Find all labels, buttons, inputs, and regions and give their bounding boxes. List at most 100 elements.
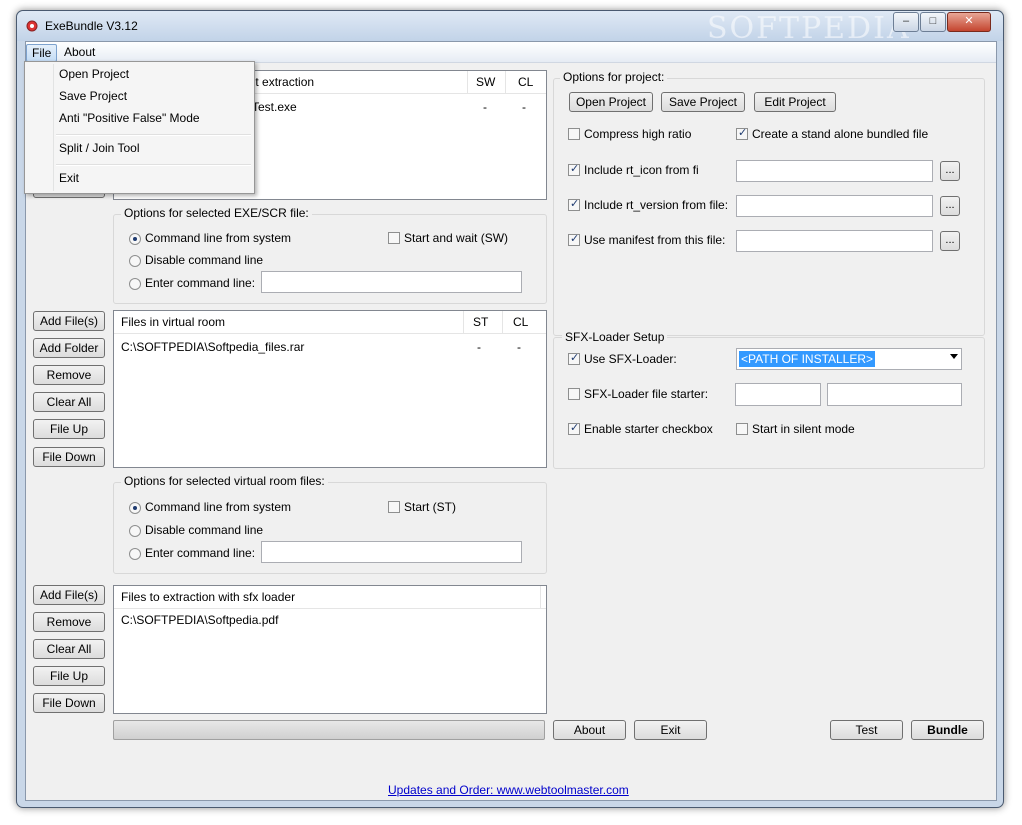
menu-anti-positive-false[interactable]: Anti "Positive False" Mode (59, 111, 200, 125)
exe-options-title: Options for selected EXE/SCR file: (121, 206, 312, 220)
menu-split-join[interactable]: Split / Join Tool (59, 141, 140, 155)
sfx-file-up-button[interactable]: File Up (33, 666, 105, 686)
sfx-clear-all-button[interactable]: Clear All (33, 639, 105, 659)
sfx-files-list[interactable]: Files to extraction with sfx loader C:\S… (113, 585, 547, 714)
exe-row-name[interactable]: Test.exe (252, 100, 297, 114)
exe-radio-disable[interactable] (129, 255, 141, 267)
header-divider (502, 311, 503, 333)
vr-options-title: Options for selected virtual room files: (121, 474, 328, 488)
vr-list-header: Files in virtual room ST CL (114, 311, 546, 334)
vr-row-cl: - (517, 340, 521, 354)
header-divider (463, 311, 464, 333)
vr-radio-enter[interactable] (129, 548, 141, 560)
rt-icon-browse-button[interactable]: ... (940, 161, 960, 181)
open-project-button[interactable]: Open Project (569, 92, 653, 112)
start-wait-checkbox[interactable] (388, 232, 400, 244)
manifest-input[interactable] (736, 230, 933, 252)
start-wait-label: Start and wait (SW) (404, 231, 509, 245)
manifest-browse-button[interactable]: ... (940, 231, 960, 251)
standalone-checkbox[interactable] (736, 126, 748, 140)
standalone-label: Create a stand alone bundled file (752, 127, 929, 141)
project-options-title: Options for project: (560, 70, 668, 84)
vr-file-up-button[interactable]: File Up (33, 419, 105, 439)
minimize-button[interactable]: – (893, 12, 919, 32)
exe-cmdline-input[interactable] (261, 271, 522, 293)
col-sfx-files[interactable]: Files to extraction with sfx loader (121, 590, 295, 604)
bundle-button[interactable]: Bundle (911, 720, 984, 740)
col-vr-cl[interactable]: CL (513, 315, 528, 329)
test-button[interactable]: Test (830, 720, 903, 740)
sfx-add-files-button[interactable]: Add File(s) (33, 585, 105, 605)
compress-checkbox[interactable] (568, 128, 580, 140)
updates-link[interactable]: Updates and Order: www.webtoolmaster.com (388, 783, 629, 797)
file-starter-input-2[interactable] (827, 383, 962, 406)
edit-project-button[interactable]: Edit Project (754, 92, 836, 112)
menu-gutter (53, 64, 54, 191)
menu-file[interactable]: File (26, 44, 58, 62)
manifest-checkbox[interactable] (568, 232, 580, 246)
exe-radio-cmd-system-label: Command line from system (145, 231, 292, 245)
start-st-checkbox[interactable] (388, 501, 400, 513)
col-sw[interactable]: SW (476, 75, 495, 89)
vr-add-folder-button[interactable]: Add Folder (33, 338, 105, 358)
silent-mode-checkbox[interactable] (736, 423, 748, 435)
exe-row-sw: - (483, 100, 487, 114)
file-starter-input-1[interactable] (735, 383, 821, 406)
manifest-label: Use manifest from this file: (584, 233, 726, 247)
sfx-remove-button[interactable]: Remove (33, 612, 105, 632)
rt-version-checkbox[interactable] (568, 197, 580, 211)
exe-radio-disable-label: Disable command line (145, 253, 264, 267)
vr-add-files-button[interactable]: Add File(s) (33, 311, 105, 331)
col-cl[interactable]: CL (518, 75, 533, 89)
exe-radio-enter[interactable] (129, 278, 141, 290)
menu-save-project[interactable]: Save Project (59, 89, 127, 103)
menu-exit[interactable]: Exit (59, 171, 79, 185)
rt-version-input[interactable] (736, 195, 933, 217)
save-project-button[interactable]: Save Project (661, 92, 745, 112)
sfx-row-name[interactable]: C:\SOFTPEDIA\Softpedia.pdf (121, 613, 278, 627)
vr-row-st: - (477, 340, 481, 354)
header-divider (467, 71, 468, 93)
file-starter-checkbox[interactable] (568, 388, 580, 400)
menu-separator (56, 164, 251, 166)
rt-version-label: Include rt_version from file: (584, 198, 729, 212)
sfx-file-down-button[interactable]: File Down (33, 693, 105, 713)
title-bar[interactable]: ExeBundle V3.12 SOFTPEDIA – □ ✕ (17, 11, 1003, 46)
sfx-setup-title: SFX-Loader Setup (562, 330, 668, 344)
vr-file-down-button[interactable]: File Down (33, 447, 105, 467)
col-st[interactable]: ST (473, 315, 488, 329)
rt-icon-label: Include rt_icon from fi (584, 163, 699, 177)
vr-radio-cmd-system[interactable] (129, 502, 141, 514)
close-button[interactable]: ✕ (947, 12, 991, 32)
rt-icon-checkbox[interactable] (568, 162, 580, 176)
exe-radio-enter-label: Enter command line: (145, 276, 256, 290)
chevron-down-icon[interactable] (950, 354, 958, 359)
menu-about[interactable]: About (59, 44, 100, 60)
virtual-room-list[interactable]: Files in virtual room ST CL C:\SOFTPEDIA… (113, 310, 547, 468)
menu-open-project[interactable]: Open Project (59, 67, 129, 81)
col-vr-files[interactable]: Files in virtual room (121, 315, 225, 329)
use-sfx-checkbox[interactable] (568, 351, 580, 365)
maximize-button[interactable]: □ (920, 12, 946, 32)
vr-radio-disable-label: Disable command line (145, 523, 264, 537)
enable-starter-checkbox[interactable] (568, 421, 580, 435)
vr-cmdline-input[interactable] (261, 541, 522, 563)
exe-radio-cmd-system[interactable] (129, 233, 141, 245)
menu-separator (56, 134, 251, 136)
rt-icon-input[interactable] (736, 160, 933, 182)
window-title: ExeBundle V3.12 (45, 19, 138, 33)
use-sfx-label: Use SFX-Loader: (584, 352, 677, 366)
sfx-path-combo[interactable]: <PATH OF INSTALLER> (736, 348, 962, 370)
vr-radio-disable[interactable] (129, 525, 141, 537)
header-divider (540, 586, 541, 608)
vr-clear-all-button[interactable]: Clear All (33, 392, 105, 412)
sfx-list-header: Files to extraction with sfx loader (114, 586, 546, 609)
vr-row-name[interactable]: C:\SOFTPEDIA\Softpedia_files.rar (121, 340, 304, 354)
vr-remove-button[interactable]: Remove (33, 365, 105, 385)
rt-version-browse-button[interactable]: ... (940, 196, 960, 216)
sfx-path-value: <PATH OF INSTALLER> (739, 351, 876, 367)
about-button[interactable]: About (553, 720, 626, 740)
exit-button[interactable]: Exit (634, 720, 707, 740)
progress-bar (113, 720, 545, 740)
start-st-label: Start (ST) (404, 500, 457, 514)
